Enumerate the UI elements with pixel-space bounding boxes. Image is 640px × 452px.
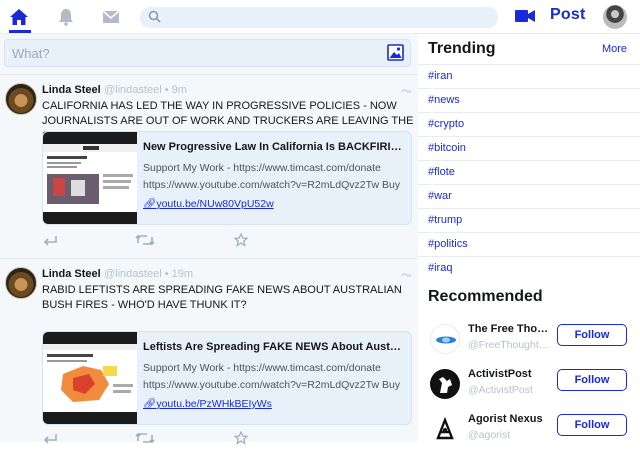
- trend-tag[interactable]: #trump: [428, 214, 462, 226]
- card-title[interactable]: New Progressive Law In California Is BAC…: [143, 141, 405, 153]
- post-menu-icon[interactable]: 〜: [401, 83, 412, 99]
- trend-tag[interactable]: #flote: [428, 166, 455, 178]
- search-bar[interactable]: [140, 7, 498, 28]
- account-handle[interactable]: @ActivistPost: [468, 384, 554, 396]
- video-camera-icon[interactable]: [514, 8, 536, 29]
- trending-heading: Trending: [428, 40, 496, 57]
- sidebar: Trending More #iran #news #crypto #bitco…: [418, 34, 640, 444]
- card-title[interactable]: Leftists Are Spreading FAKE NEWS About A…: [143, 341, 405, 353]
- trend-item[interactable]: #trump: [418, 208, 640, 232]
- trend-tag[interactable]: #news: [428, 94, 460, 106]
- card-link[interactable]: 🔗︎youtu.be/NUw80VpU52w: [143, 197, 274, 210]
- recommended-heading: Recommended: [428, 288, 543, 305]
- compose-placeholder: What?: [12, 46, 50, 61]
- author-avatar[interactable]: [5, 83, 37, 115]
- search-input[interactable]: [166, 9, 486, 26]
- account-avatar[interactable]: [430, 414, 460, 444]
- follow-button[interactable]: Follow: [557, 414, 627, 436]
- follow-button[interactable]: Follow: [557, 324, 627, 346]
- post-actions: [42, 430, 262, 445]
- trend-tag[interactable]: #iraq: [428, 262, 452, 274]
- card-description: Support My Work - https://www.timcast.co…: [143, 362, 381, 374]
- mail-icon[interactable]: [100, 6, 122, 28]
- post-button[interactable]: Post: [550, 6, 585, 24]
- reply-icon[interactable]: [42, 431, 58, 449]
- post-menu-icon[interactable]: 〜: [401, 267, 412, 283]
- post: Linda Steel @lindasteel • 19m 〜 RABID LE…: [0, 258, 418, 445]
- author-name[interactable]: Linda Steel: [42, 84, 101, 96]
- trend-item[interactable]: #iran: [418, 64, 640, 88]
- author-handle-time[interactable]: @lindasteel • 19m: [104, 268, 193, 280]
- trend-item[interactable]: #bitcoin: [418, 136, 640, 160]
- link-preview-card[interactable]: New Progressive Law In California Is BAC…: [42, 131, 412, 225]
- repost-icon[interactable]: [135, 233, 155, 251]
- link-preview-card[interactable]: Leftists Are Spreading FAKE NEWS About A…: [42, 331, 412, 425]
- recommended-account: Agorist Nexus @agorist Follow: [418, 408, 640, 452]
- more-link[interactable]: More: [602, 43, 627, 55]
- video-thumbnail[interactable]: [43, 132, 137, 224]
- account-avatar[interactable]: [430, 324, 460, 354]
- post: Linda Steel @lindasteel • 9m 〜 CALIFORNI…: [0, 74, 418, 252]
- trend-tag[interactable]: #iran: [428, 70, 452, 82]
- account-avatar[interactable]: [430, 369, 460, 399]
- trend-item[interactable]: #news: [418, 88, 640, 112]
- card-description: https://www.youtube.com/watch?v=R2mLdQvz…: [143, 179, 401, 191]
- feed: What? Linda Steel @lindasteel • 9m 〜 CAL…: [0, 34, 418, 445]
- link-icon: 🔗︎: [143, 398, 157, 410]
- trend-item[interactable]: #war: [418, 184, 640, 208]
- reply-icon[interactable]: [42, 233, 58, 251]
- account-handle[interactable]: @FreeThoughtProject: [468, 339, 554, 351]
- author-avatar[interactable]: [5, 267, 37, 299]
- trend-item[interactable]: #crypto: [418, 112, 640, 136]
- bell-icon[interactable]: [55, 6, 77, 28]
- recommended-account: ActivistPost @ActivistPost Follow: [418, 363, 640, 407]
- trend-tag[interactable]: #politics: [428, 238, 468, 250]
- link-icon: 🔗︎: [143, 198, 157, 210]
- repost-icon[interactable]: [135, 431, 155, 449]
- trend-item[interactable]: #politics: [418, 232, 640, 256]
- card-description: https://www.youtube.com/watch?v=R2mLdQvz…: [143, 379, 401, 391]
- recommended-account: The Free Thought Project @FreeThoughtPro…: [418, 318, 640, 362]
- active-tab-indicator: [9, 30, 31, 33]
- top-bar: Post: [0, 0, 640, 34]
- compose-box[interactable]: What?: [4, 39, 411, 67]
- post-actions: [42, 232, 262, 247]
- card-link[interactable]: 🔗︎youtu.be/PzWHkBEIyWs: [143, 397, 272, 410]
- card-description: Support My Work - https://www.timcast.co…: [143, 162, 381, 174]
- account-name[interactable]: The Free Thought Project: [468, 323, 554, 335]
- video-thumbnail[interactable]: [43, 332, 137, 424]
- post-text: RABID LEFTISTS ARE SPREADING FAKE NEWS A…: [42, 284, 402, 311]
- account-name[interactable]: ActivistPost: [468, 368, 554, 380]
- search-icon: [148, 10, 161, 28]
- card-link-text[interactable]: youtu.be/PzWHkBEIyWs: [156, 398, 272, 410]
- trend-item[interactable]: #iraq: [418, 256, 640, 280]
- trend-tag[interactable]: #bitcoin: [428, 142, 466, 154]
- trend-tag[interactable]: #crypto: [428, 118, 464, 130]
- account-name[interactable]: Agorist Nexus: [468, 413, 554, 425]
- follow-button[interactable]: Follow: [557, 369, 627, 391]
- image-upload-icon[interactable]: [387, 44, 404, 66]
- author-name[interactable]: Linda Steel: [42, 268, 101, 280]
- account-handle[interactable]: @agorist: [468, 429, 554, 441]
- user-avatar[interactable]: [603, 5, 627, 29]
- trend-tag[interactable]: #war: [428, 190, 452, 202]
- author-handle-time[interactable]: @lindasteel • 9m: [104, 84, 187, 96]
- card-link-text[interactable]: youtu.be/NUw80VpU52w: [156, 198, 273, 210]
- trend-item[interactable]: #flote: [418, 160, 640, 184]
- star-icon[interactable]: [233, 232, 249, 252]
- home-icon[interactable]: [8, 6, 30, 28]
- star-icon[interactable]: [233, 430, 249, 450]
